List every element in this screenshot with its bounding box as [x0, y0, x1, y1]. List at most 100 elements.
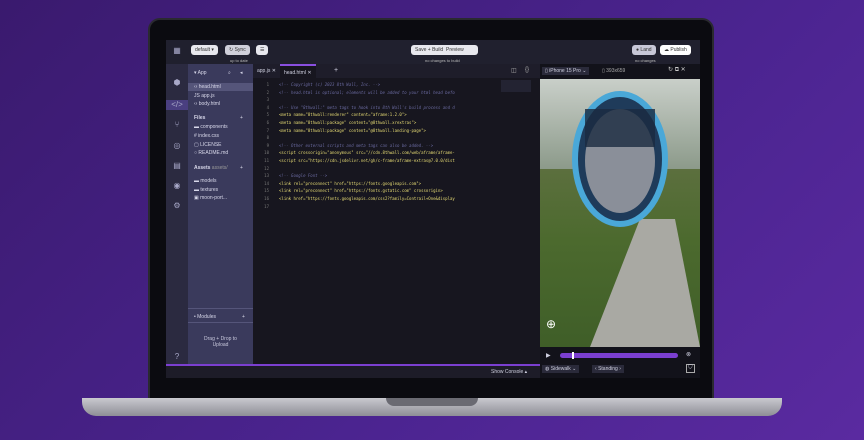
file-item[interactable]: ‹› body.html: [194, 101, 220, 107]
menu-button[interactable]: ☰: [256, 45, 269, 55]
app-section-header[interactable]: ▾ App: [194, 70, 207, 76]
land-button[interactable]: ● Land: [632, 45, 656, 55]
assets-label: Assets: [194, 165, 211, 171]
file-item[interactable]: JS app.js: [194, 93, 215, 99]
publish-button[interactable]: ☁ Publish: [660, 45, 691, 55]
close-icon[interactable]: ✕: [681, 67, 686, 73]
code-line: <meta name="8thwall:package" content="@8…: [279, 120, 417, 125]
land-status: no changes: [635, 58, 656, 63]
sidewalk-scene: [572, 91, 700, 347]
folder-item[interactable]: ▬ components: [194, 124, 228, 130]
help-icon[interactable]: ?: [172, 352, 182, 362]
sync-status: up to date: [230, 58, 248, 63]
window-controls: ↻ ⧉ ✕: [668, 66, 686, 74]
editor-app: default ▾ ↻ Sync up to date ☰ Save + Bui…: [166, 40, 700, 378]
pose-select[interactable]: ‹ Standing ›: [592, 365, 624, 373]
code-line: <link rel="preconnect" href="https://fon…: [279, 188, 443, 194]
file-item[interactable]: ○ README.md: [194, 150, 228, 156]
app-label: App: [197, 70, 207, 76]
file-item[interactable]: # index.css: [194, 133, 219, 139]
code-line: <!-- Other external scripts and meta tag…: [279, 142, 434, 148]
file-name: body.html: [198, 101, 221, 107]
ar-preview[interactable]: ⊕: [540, 79, 700, 347]
console-bar: Show Console ▴: [166, 364, 540, 378]
refresh-icon[interactable]: ↻: [668, 67, 673, 73]
branch-icon[interactable]: ⑂: [172, 120, 182, 130]
file-item[interactable]: ▣ moon-port...: [194, 195, 227, 201]
line-number: 17: [264, 203, 269, 209]
file-item[interactable]: ▢ LICENSE: [194, 142, 222, 148]
map-icon[interactable]: ▤: [172, 161, 182, 171]
add-module-icon[interactable]: +: [242, 314, 245, 320]
play-icon[interactable]: ▶: [546, 352, 551, 359]
modules-header[interactable]: • Modules: [194, 314, 216, 320]
show-console-label: Show Console: [491, 369, 524, 375]
file-name: app.js: [201, 93, 215, 99]
timeline-slider[interactable]: [560, 352, 678, 359]
timeline-handle[interactable]: [571, 352, 574, 359]
prev-icon[interactable]: ‹: [595, 366, 597, 372]
settings-icon[interactable]: ⚙: [172, 201, 182, 211]
collapse-icon[interactable]: ◂: [240, 70, 243, 76]
line-number: 8: [266, 135, 269, 141]
clear-icon[interactable]: ⊗: [686, 351, 691, 358]
folder-item[interactable]: ▬ textures: [194, 187, 218, 193]
resolution: ▯ 393x659: [602, 68, 626, 74]
upload-dropzone[interactable]: Drag + Drop to Upload: [198, 336, 243, 348]
next-icon[interactable]: ›: [619, 366, 621, 372]
folder-item[interactable]: ▬ models: [194, 178, 217, 184]
cube-icon[interactable]: ⬢: [172, 78, 182, 88]
add-file-icon[interactable]: +: [240, 115, 243, 121]
code-line: <link rel="preconnect" href="https://fon…: [279, 180, 422, 186]
preview-button[interactable]: Preview: [446, 47, 464, 53]
code-line: <!-- head.html is optional; elements wil…: [279, 89, 455, 95]
shield-icon[interactable]: ⛉: [686, 364, 695, 373]
code-line: <script crossorigin="anonymous" src="//c…: [279, 150, 455, 156]
file-name: README.md: [198, 150, 229, 156]
code-line: <meta name="8thwall:renderer" content="a…: [279, 112, 407, 118]
code-editor[interactable]: app.js ✕ head.html ✕ + ◫ {} 1 <!-- Copyri…: [253, 64, 540, 364]
sync-label: Sync: [234, 47, 246, 53]
sync-button[interactable]: ↻ Sync: [225, 45, 250, 55]
branch-select[interactable]: default ▾: [191, 45, 218, 55]
split-view-icon[interactable]: ◫: [511, 67, 517, 74]
format-icon[interactable]: {}: [525, 67, 529, 73]
show-console-button[interactable]: Show Console ▴: [491, 369, 527, 375]
new-tab-icon[interactable]: +: [334, 67, 338, 74]
tab-app-js[interactable]: app.js ✕: [257, 68, 276, 74]
device-label: iPhone 15 Pro: [549, 68, 581, 74]
code-line: <!-- Use "8thwall:" meta tags to hook in…: [279, 104, 455, 110]
land-label: Land: [640, 47, 652, 53]
code-line: <!-- Copyright (c) 2023 8th Wall, Inc. -…: [279, 82, 381, 87]
line-number: 11: [264, 158, 269, 163]
line-number: 7: [266, 127, 269, 133]
line-number: 1: [266, 82, 269, 87]
webcam-icon[interactable]: ◉: [172, 181, 182, 191]
tab-head-html[interactable]: head.html ✕: [280, 64, 316, 78]
recenter-icon[interactable]: ⊕: [546, 317, 556, 331]
location-select[interactable]: ◍ Sidewalk ⌄: [542, 365, 580, 373]
search-icon[interactable]: ⌕: [228, 70, 231, 76]
assets-header: Assets assets/: [194, 165, 228, 171]
line-number: 14: [264, 180, 269, 186]
code-line: <meta name="8thwall:package" content="@8…: [279, 127, 426, 133]
save-build-button[interactable]: Save + Build: [415, 47, 443, 53]
line-number: 9: [266, 142, 269, 148]
file-name: components: [200, 124, 228, 130]
code-line: <!-- Google Font -->: [279, 173, 328, 179]
publish-label: Publish: [670, 47, 687, 53]
code-icon[interactable]: </>: [166, 100, 188, 110]
files-header: Files: [194, 115, 206, 121]
line-number: 5: [266, 112, 269, 118]
layout-icon[interactable]: ▦: [172, 46, 182, 56]
build-group: Save + Build Preview: [411, 45, 478, 55]
minimap[interactable]: [501, 80, 531, 92]
file-item[interactable]: ‹› head.html: [194, 84, 221, 90]
target-icon[interactable]: ◎: [172, 141, 182, 151]
add-asset-icon[interactable]: +: [240, 165, 243, 171]
line-number: 13: [264, 173, 269, 179]
device-select[interactable]: ▯ iPhone 15 Pro ⌄: [542, 67, 590, 75]
line-number: 10: [264, 150, 269, 156]
file-name: models: [200, 178, 217, 184]
open-external-icon[interactable]: ⧉: [675, 67, 679, 73]
